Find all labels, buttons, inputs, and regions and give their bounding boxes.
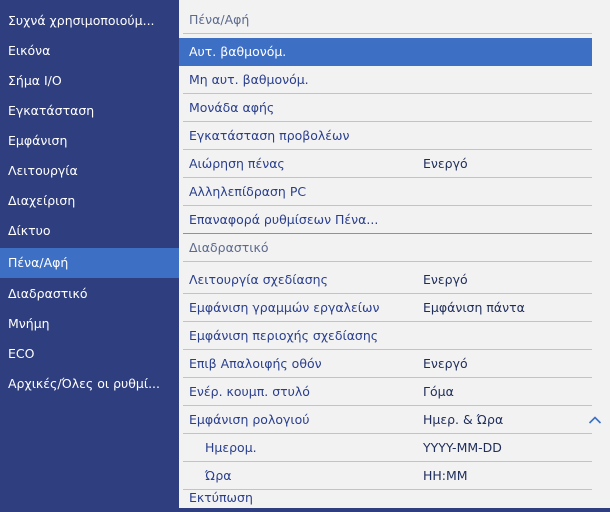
- section-header-pen-touch: Πένα/Αφή: [179, 6, 592, 34]
- menu-row-pen-hover[interactable]: Αιώρηση πένας Ενεργό: [179, 150, 592, 178]
- sidebar-menu: Συχνά χρησιμοποιούμ... Εικόνα Σήμα I/O Ε…: [0, 0, 179, 512]
- row-label: Ημερομ.: [205, 440, 257, 455]
- row-value: YYYY-MM-DD: [423, 440, 502, 455]
- row-label: Επαναφορά ρυθμίσεων Πένα...: [189, 212, 379, 227]
- row-value: Ενεργό: [423, 272, 468, 287]
- row-label: Μονάδα αφής: [189, 100, 275, 115]
- menu-row-pc-interaction[interactable]: Αλληλεπίδραση PC: [179, 178, 592, 206]
- sidebar-item-installation[interactable]: Εγκατάσταση: [0, 96, 179, 126]
- sidebar-item-frequently-used[interactable]: Συχνά χρησιμοποιούμ...: [0, 6, 179, 36]
- menu-row-touch-unit[interactable]: Μονάδα αφής: [179, 94, 592, 122]
- menu-row-confirm-clear-screen[interactable]: Επιβ Απαλοιφής οθόν Ενεργό: [179, 350, 592, 378]
- sidebar-item-operation[interactable]: Λειτουργία: [0, 156, 179, 186]
- row-label: Λειτουργία σχεδίασης: [189, 272, 328, 287]
- menu-row-projector-installation[interactable]: Εγκατάσταση προβολέων: [179, 122, 592, 150]
- menu-row-pen-button-function[interactable]: Ενέρ. κουμπ. στυλό Γόμα: [179, 378, 592, 406]
- row-label: Εμφάνιση γραμμών εργαλείων: [189, 300, 380, 315]
- sidebar-item-eco[interactable]: ECO: [0, 339, 179, 369]
- row-label: Εγκατάσταση προβολέων: [189, 128, 350, 143]
- row-label: Μη αυτ. βαθμονόμ.: [189, 72, 309, 87]
- sidebar-item-pen-touch[interactable]: Πένα/Αφή: [0, 248, 179, 278]
- menu-row-show-clock[interactable]: Εμφάνιση ρολογιού Ημερ. & Ώρα: [179, 406, 602, 434]
- bottom-edge: [179, 508, 610, 512]
- settings-screen: Συχνά χρησιμοποιούμ... Εικόνα Σήμα I/O Ε…: [0, 0, 610, 512]
- row-label: Εμφάνιση περιοχής σχεδίασης: [189, 328, 379, 343]
- row-value: Ημερ. & Ώρα: [423, 412, 504, 427]
- sidebar-item-display[interactable]: Εμφάνιση: [0, 126, 179, 156]
- menu-row-show-toolbars[interactable]: Εμφάνιση γραμμών εργαλείων Εμφάνιση πάντ…: [179, 294, 592, 322]
- row-label: Αυτ. βαθμονόμ.: [189, 44, 287, 59]
- sidebar-item-interactive[interactable]: Διαδραστικό: [0, 279, 179, 309]
- menu-row-reset-pen-settings[interactable]: Επαναφορά ρυθμίσεων Πένα...: [179, 206, 592, 234]
- section-title: Διαδραστικό: [189, 240, 269, 255]
- menu-row-drawing-mode[interactable]: Λειτουργία σχεδίασης Ενεργό: [179, 266, 592, 294]
- row-label: Ενέρ. κουμπ. στυλό: [189, 384, 310, 399]
- menu-row-date[interactable]: Ημερομ. YYYY-MM-DD: [179, 434, 592, 462]
- sidebar-item-memory[interactable]: Μνήμη: [0, 309, 179, 339]
- section-header-interactive: Διαδραστικό: [179, 234, 592, 262]
- row-value: Εμφάνιση πάντα: [423, 300, 525, 315]
- settings-panel: Πένα/Αφή Αυτ. βαθμονόμ. Μη αυτ. βαθμονόμ…: [179, 0, 610, 512]
- row-label: Αιώρηση πένας: [189, 156, 285, 171]
- menu-row-show-drawing-area[interactable]: Εμφάνιση περιοχής σχεδίασης: [179, 322, 592, 350]
- sidebar-item-image[interactable]: Εικόνα: [0, 36, 179, 66]
- row-value: Ενεργό: [423, 356, 468, 371]
- section-title: Πένα/Αφή: [189, 12, 250, 27]
- row-value: Ενεργό: [423, 156, 468, 171]
- sidebar-item-management[interactable]: Διαχείριση: [0, 186, 179, 216]
- menu-row-auto-calibration[interactable]: Αυτ. βαθμονόμ.: [179, 38, 592, 66]
- menu-row-manual-calibration[interactable]: Μη αυτ. βαθμονόμ.: [179, 66, 592, 94]
- row-label: Επιβ Απαλοιφής οθόν: [189, 356, 322, 371]
- row-label: Εμφάνιση ρολογιού: [189, 412, 310, 427]
- chevron-up-icon[interactable]: [588, 415, 602, 425]
- sidebar-item-reset-settings[interactable]: Αρχικές/Όλες οι ρυθμί...: [0, 369, 179, 399]
- sidebar-item-network[interactable]: Δίκτυο: [0, 216, 179, 246]
- row-value: Γόμα: [423, 384, 454, 399]
- sidebar-item-signal-io[interactable]: Σήμα I/O: [0, 66, 179, 96]
- row-label: Αλληλεπίδραση PC: [189, 184, 307, 199]
